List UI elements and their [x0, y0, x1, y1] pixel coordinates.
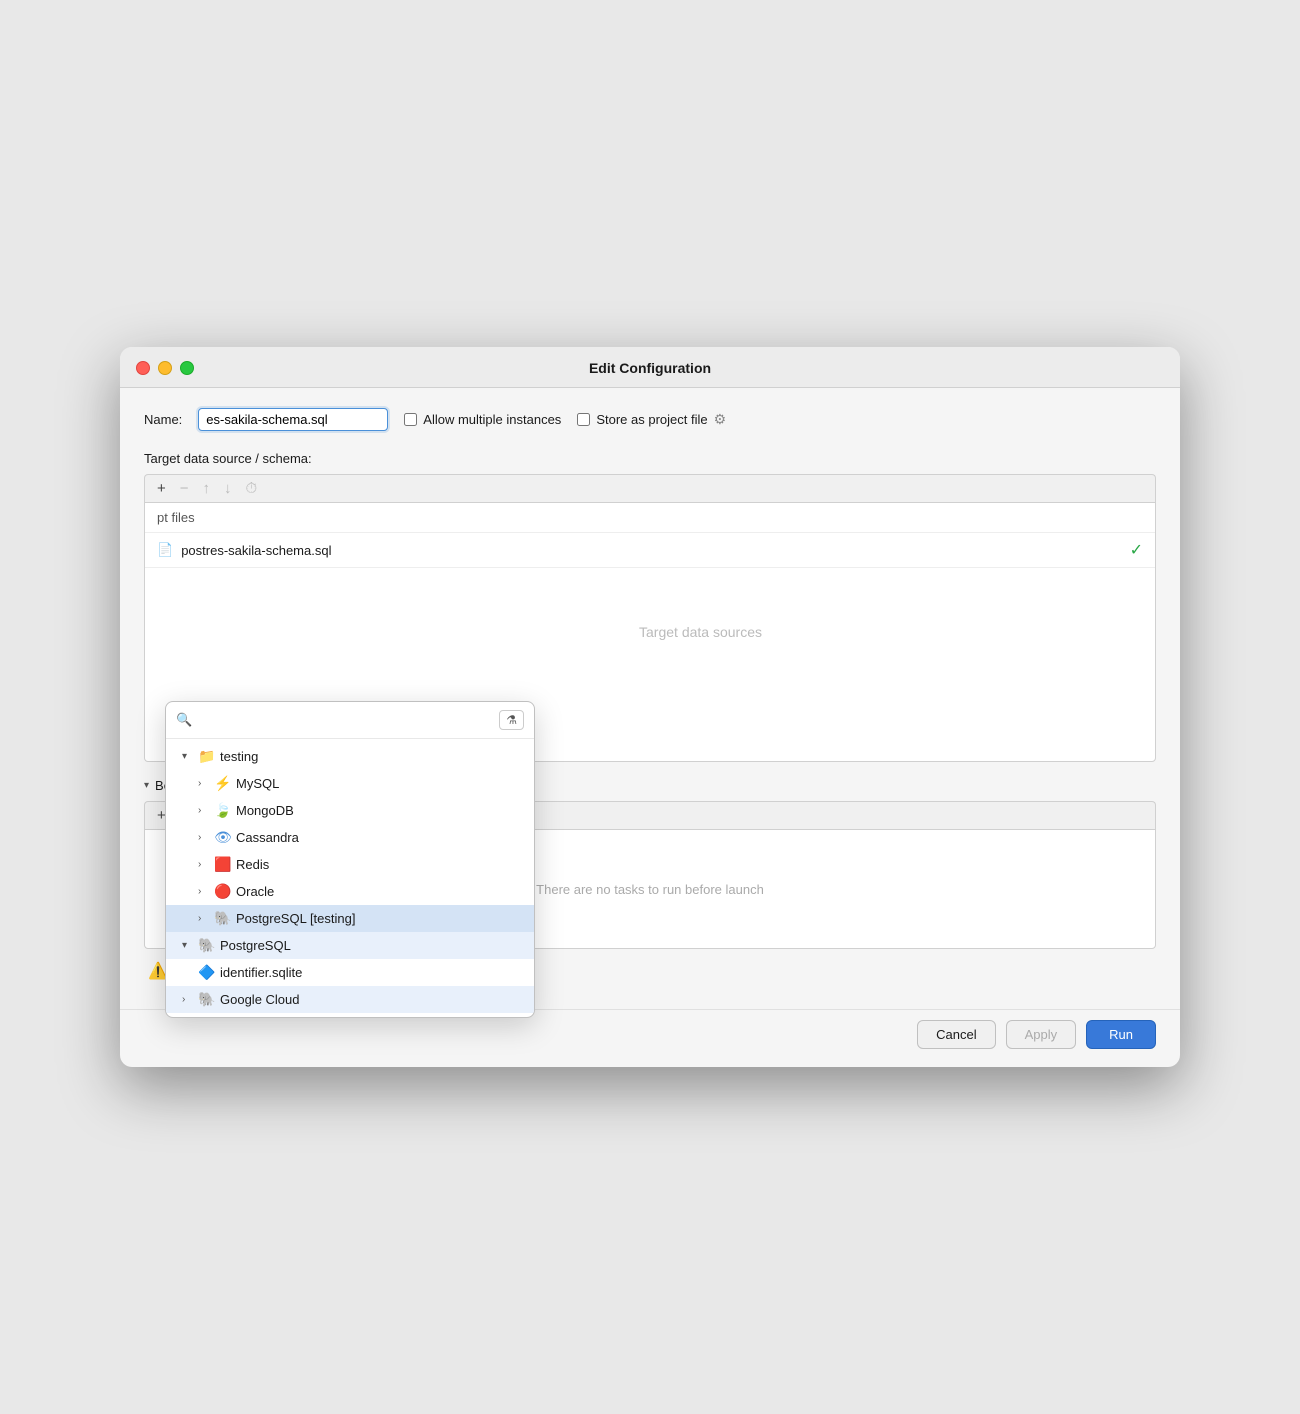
filter-icon: ⚗: [506, 713, 517, 727]
tree-item-oracle[interactable]: › 🔴 Oracle: [166, 878, 534, 905]
checkmark-icon: ✓: [1130, 540, 1143, 560]
close-button[interactable]: [136, 361, 150, 375]
remove-button[interactable]: −: [176, 479, 193, 498]
postgresql-testing-icon: 🐘: [214, 910, 232, 927]
tree-item-google-cloud[interactable]: › 🐘 Google Cloud: [166, 986, 534, 1013]
tree-label-mysql: MySQL: [236, 776, 526, 791]
edit-configuration-window: Edit Configuration Name: Allow multiple …: [120, 347, 1180, 1067]
allow-multiple-checkbox[interactable]: [404, 413, 417, 426]
tree-label-testing: testing: [220, 749, 526, 764]
window-title: Edit Configuration: [589, 360, 711, 376]
store-as-project-checkbox[interactable]: [577, 413, 590, 426]
tree-label-redis: Redis: [236, 857, 526, 872]
name-label: Name:: [144, 412, 182, 427]
cassandra-icon: 👁: [214, 829, 232, 846]
file-icon: 📄: [157, 542, 173, 558]
maximize-button[interactable]: [180, 361, 194, 375]
chevron-oracle: ›: [198, 886, 210, 897]
filter-button[interactable]: ⚗: [499, 710, 524, 730]
file-row-text: postres-sakila-schema.sql: [181, 543, 331, 558]
store-as-project-group: Store as project file ⚙: [577, 411, 726, 428]
script-row-text: pt files: [157, 510, 195, 525]
cancel-button[interactable]: Cancel: [917, 1020, 995, 1049]
tree-label-google-cloud: Google Cloud: [220, 992, 526, 1007]
apply-button[interactable]: Apply: [1006, 1020, 1077, 1049]
tree-item-sqlite[interactable]: 🔷 identifier.sqlite: [166, 959, 534, 986]
history-button[interactable]: ⏱: [242, 479, 262, 498]
chevron-mysql: ›: [198, 778, 210, 789]
chevron-redis: ›: [198, 859, 210, 870]
tree-label-postgresql-testing: PostgreSQL [testing]: [236, 911, 526, 926]
tree-label-oracle: Oracle: [236, 884, 526, 899]
name-input[interactable]: [198, 408, 388, 431]
move-up-button[interactable]: ↑: [199, 479, 215, 498]
google-cloud-icon: 🐘: [198, 991, 216, 1008]
target-placeholder: Target data sources: [639, 624, 762, 640]
chevron-cassandra: ›: [198, 832, 210, 843]
tree-label-postgresql: PostgreSQL: [220, 938, 526, 953]
datasource-panel-inner: pt files 📄 postres-sakila-schema.sql ✓: [145, 503, 1155, 568]
mongodb-icon: 🍃: [214, 802, 232, 819]
script-row: pt files: [145, 503, 1155, 533]
dropdown-search-bar: 🔍 ⚗: [166, 702, 534, 739]
tree-item-postgresql[interactable]: ▾ 🐘 PostgreSQL: [166, 932, 534, 959]
run-button[interactable]: Run: [1086, 1020, 1156, 1049]
folder-icon-testing: 📁: [198, 748, 216, 765]
tree-item-postgresql-testing[interactable]: › 🐘 PostgreSQL [testing]: [166, 905, 534, 932]
tree-label-cassandra: Cassandra: [236, 830, 526, 845]
datasource-panel: pt files 📄 postres-sakila-schema.sql ✓ T…: [144, 502, 1156, 762]
chevron-mongodb: ›: [198, 805, 210, 816]
dropdown-search-input[interactable]: [198, 713, 493, 728]
move-down-button[interactable]: ↓: [220, 479, 236, 498]
name-row: Name: Allow multiple instances Store as …: [144, 408, 1156, 431]
oracle-icon: 🔴: [214, 883, 232, 900]
tree-item-mongodb[interactable]: › 🍃 MongoDB: [166, 797, 534, 824]
collapse-before-launch-icon[interactable]: ▾: [144, 780, 149, 791]
file-row: 📄 postres-sakila-schema.sql ✓: [145, 533, 1155, 568]
traffic-lights: [136, 361, 194, 375]
redis-icon: 🟥: [214, 856, 232, 873]
tree-label-sqlite: identifier.sqlite: [220, 965, 526, 980]
tree-item-redis[interactable]: › 🟥 Redis: [166, 851, 534, 878]
datasource-toolbar: + − ↑ ↓ ⏱: [144, 474, 1156, 502]
sqlite-icon: 🔷: [198, 964, 216, 981]
tree-item-testing[interactable]: ▾ 📁 testing: [166, 743, 534, 770]
gear-icon[interactable]: ⚙: [714, 411, 727, 428]
chevron-pg-testing: ›: [198, 913, 210, 924]
minimize-button[interactable]: [158, 361, 172, 375]
search-icon: 🔍: [176, 712, 192, 728]
target-section-label: Target data source / schema:: [144, 451, 1156, 466]
titlebar: Edit Configuration: [120, 347, 1180, 388]
postgresql-icon: 🐘: [198, 937, 216, 954]
no-tasks-text: There are no tasks to run before launch: [536, 882, 764, 897]
allow-multiple-label: Allow multiple instances: [423, 412, 561, 427]
datasource-dropdown: 🔍 ⚗ ▾ 📁 testing ›: [165, 701, 535, 1018]
allow-multiple-group: Allow multiple instances: [404, 412, 561, 427]
tree-label-mongodb: MongoDB: [236, 803, 526, 818]
tree-list: ▾ 📁 testing › ⚡ MySQL › 🍃 MongoDB: [166, 739, 534, 1017]
chevron-gcloud: ›: [182, 994, 194, 1005]
chevron-testing: ▾: [182, 751, 194, 762]
tree-item-cassandra[interactable]: › 👁 Cassandra: [166, 824, 534, 851]
store-as-project-label: Store as project file: [596, 412, 707, 427]
chevron-pg: ▾: [182, 940, 194, 951]
tree-item-mysql[interactable]: › ⚡ MySQL: [166, 770, 534, 797]
mysql-icon: ⚡: [214, 775, 232, 792]
main-content: Name: Allow multiple instances Store as …: [120, 388, 1180, 1005]
add-button[interactable]: +: [153, 479, 170, 498]
